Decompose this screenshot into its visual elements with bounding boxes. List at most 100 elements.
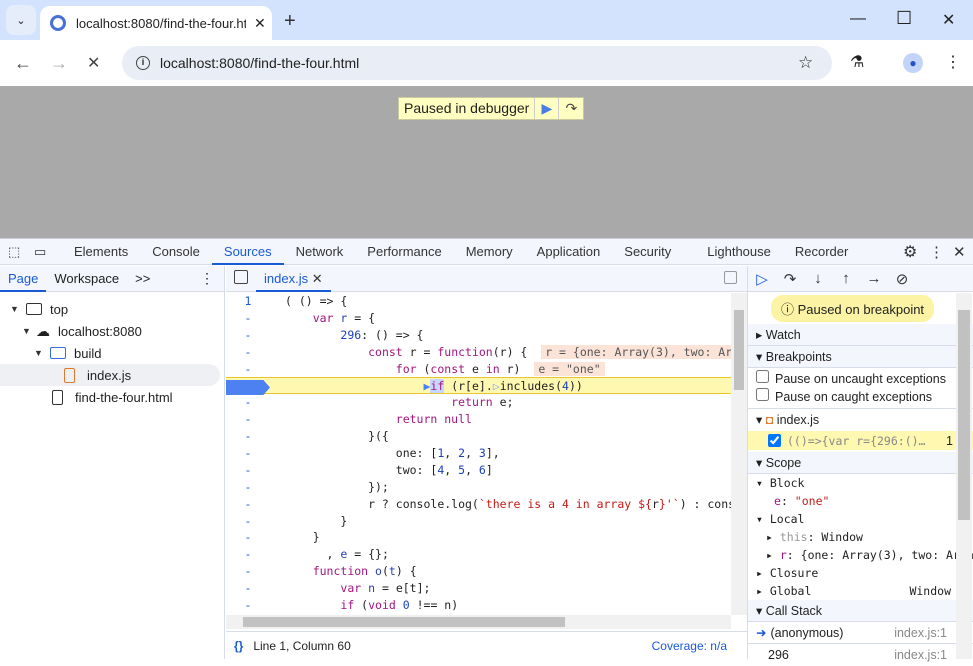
inspect-element-icon[interactable]: ⬚ [8,244,28,260]
more-tabs-icon[interactable]: >> [127,266,158,292]
breakpoint-checkbox[interactable] [768,434,781,447]
close-window-icon[interactable]: ✕ [942,10,955,30]
step-icon[interactable]: → [860,270,888,287]
devtools-menu-icon[interactable]: ⋮ [929,243,953,261]
frame-location[interactable]: index.js:1 [894,622,947,643]
line-number[interactable]: - [226,445,270,462]
close-file-icon[interactable]: ✕ [312,271,323,286]
line-number[interactable]: 1 [226,293,270,310]
line-number[interactable]: - [226,513,270,530]
close-tab-icon[interactable]: ✕ [254,15,266,32]
breakpoint-item[interactable]: (()=>{var r={296:()… 1 [748,431,973,450]
tree-item-top[interactable]: ▼ top [0,298,224,320]
line-number[interactable]: - [226,310,270,327]
resume-icon[interactable]: ▶ [535,98,560,119]
line-number[interactable]: - [226,529,270,546]
line-number[interactable]: - [226,546,270,563]
editor-tab-index-js[interactable]: index.js ✕ [256,266,331,292]
step-into-icon[interactable]: ↓ [804,270,832,287]
expand-arrow-icon[interactable]: ▼ [34,348,46,358]
minimize-icon[interactable]: — [850,10,866,28]
tab-elements[interactable]: Elements [62,239,140,265]
expand-arrow-icon[interactable]: ▼ [10,304,22,314]
tab-memory[interactable]: Memory [454,239,525,265]
call-frame[interactable]: ➜ (anonymous) index.js:1 [748,622,973,644]
frame-location[interactable]: index.js:1 [894,644,947,666]
pretty-print-icon[interactable]: {} [234,639,243,653]
section-breakpoints[interactable]: ▾ Breakpoints [748,346,973,368]
breakpoint-marker[interactable] [226,380,270,395]
scope-closure[interactable]: ▸ Closure [748,564,973,582]
scope-global[interactable]: ▸ Global Window [748,582,973,600]
editor-horizontal-scroll-thumb[interactable] [243,617,565,627]
pause-uncaught-checkbox[interactable] [756,370,769,383]
code-editor[interactable]: 1( () => { - var r = { - 296: () => { - … [226,293,747,615]
url-text[interactable]: localhost:8080/find-the-four.html [160,55,359,71]
device-toolbar-icon[interactable]: ▭ [34,244,62,260]
pause-uncaught-row[interactable]: Pause on uncaught exceptions [748,370,973,388]
call-frame[interactable]: 296 index.js:1 [748,644,973,666]
breakpoint-file-row[interactable]: ▾ ◘ index.js [748,409,973,431]
coverage-label[interactable]: Coverage: n/a [652,639,727,653]
deactivate-breakpoints-icon[interactable]: ⊘ [888,270,916,288]
line-number[interactable]: - [226,394,270,411]
line-number[interactable]: - [226,479,270,496]
close-devtools-icon[interactable]: ✕ [953,243,973,261]
debugger-scroll-thumb[interactable] [958,310,970,520]
line-number[interactable]: - [226,344,270,361]
tree-item-index-js[interactable]: index.js [0,364,220,386]
tree-item-html[interactable]: find-the-four.html [0,386,224,408]
tab-performance[interactable]: Performance [355,239,453,265]
tab-application[interactable]: Application [525,239,613,265]
step-over-icon[interactable]: ↷ [776,270,804,288]
settings-gear-icon[interactable]: ⚙ [903,242,929,262]
navigator-menu-icon[interactable]: ⋮ [200,270,214,287]
resume-icon[interactable]: ▷ [748,270,776,288]
tab-lighthouse[interactable]: Lighthouse [695,239,783,265]
site-info-icon[interactable]: i [136,56,150,70]
line-number[interactable]: - [226,462,270,479]
address-bar[interactable]: i localhost:8080/find-the-four.html [122,46,832,80]
browser-menu-icon[interactable]: ⋮ [945,52,961,72]
forward-icon[interactable]: → [50,53,68,74]
scope-var-this[interactable]: ▸ this: Window [748,528,973,546]
profile-avatar-icon[interactable]: ● [903,53,923,73]
expand-arrow-icon[interactable]: ▼ [22,326,34,336]
line-number[interactable]: - [226,361,270,378]
new-tab-button[interactable]: + [284,10,296,33]
labs-flask-icon[interactable]: ⚗ [850,52,864,72]
tab-recorder[interactable]: Recorder [783,239,860,265]
tree-item-localhost[interactable]: ▼ ☁ localhost:8080 [0,320,224,342]
line-number[interactable]: - [226,428,270,445]
tab-page[interactable]: Page [0,266,47,292]
line-number[interactable]: - [226,411,270,428]
toggle-navigator-icon[interactable] [234,270,248,284]
editor-vertical-scroll-thumb[interactable] [734,310,744,390]
line-number[interactable]: - [226,597,270,614]
maximize-icon[interactable]: ☐ [896,8,912,29]
pause-caught-checkbox[interactable] [756,388,769,401]
line-number[interactable]: - [226,327,270,344]
tab-security[interactable]: Security [612,239,683,265]
tree-item-build[interactable]: ▼ build [0,342,224,364]
step-over-icon[interactable]: ↷ [559,98,583,119]
browser-tab[interactable]: localhost:8080/find-the-four.html ✕ [40,6,272,40]
section-call-stack[interactable]: ▾ Call Stack [748,600,973,622]
tab-sources[interactable]: Sources [211,239,284,265]
line-number[interactable]: - [226,580,270,597]
tab-workspace[interactable]: Workspace [46,266,127,292]
tab-network[interactable]: Network [284,239,356,265]
section-watch[interactable]: ▸ Watch [748,324,973,346]
section-scope[interactable]: ▾ Scope [748,452,973,474]
step-out-icon[interactable]: ↑ [832,270,860,287]
tab-search-button[interactable]: ⌄ [6,5,36,35]
back-icon[interactable]: ← [14,53,32,74]
stop-loading-icon[interactable]: ✕ [87,53,100,73]
toggle-debugger-icon[interactable] [724,271,737,284]
line-number[interactable]: - [226,563,270,580]
scope-local[interactable]: ▾ Local [748,510,973,528]
line-number[interactable]: - [226,496,270,513]
pause-caught-row[interactable]: Pause on caught exceptions [748,388,973,409]
tab-console[interactable]: Console [140,239,212,265]
scope-block[interactable]: ▾ Block [748,474,973,492]
